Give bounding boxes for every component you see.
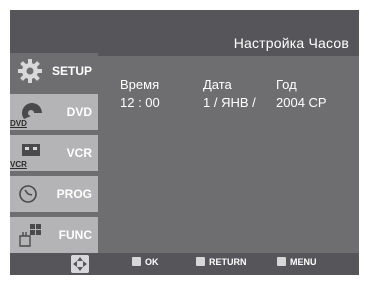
year-value[interactable]: 2004 СР xyxy=(276,95,327,110)
sidebar-item-setup[interactable]: SETUP xyxy=(10,53,98,89)
sidebar-item-label: FUNC xyxy=(58,228,92,242)
return-label: RETURN xyxy=(209,257,247,267)
ok-hint: OK xyxy=(132,257,159,267)
sidebar-item-label: VCR xyxy=(66,146,92,160)
time-value[interactable]: 12 : 00 xyxy=(120,95,160,110)
sidebar-item-label: SETUP xyxy=(51,64,92,78)
time-label: Время xyxy=(120,77,160,92)
menu-hint: MENU xyxy=(277,257,317,267)
clock-icon xyxy=(19,185,37,203)
date-label: Дата xyxy=(203,77,232,92)
gear-icon xyxy=(18,59,42,83)
hand-grid-icon xyxy=(19,224,41,247)
vcr-tag: VCR xyxy=(10,160,27,169)
dvd-tag: DVD xyxy=(10,119,27,128)
menu-icon xyxy=(277,257,286,266)
menu-label: MENU xyxy=(290,257,317,267)
enter-icon xyxy=(132,257,141,266)
sidebar-item-prog[interactable]: PROG xyxy=(10,176,98,212)
bottom-hint-bar: OK RETURN MENU xyxy=(10,253,359,275)
sidebar-item-label: PROG xyxy=(56,187,92,201)
dpad-icon xyxy=(71,255,89,273)
title-bar: Настройка Часов xyxy=(10,10,359,56)
sidebar-item-dvd[interactable]: DVD DVD xyxy=(10,94,98,130)
year-label: Год xyxy=(276,77,297,92)
sidebar-item-func[interactable]: FUNC xyxy=(10,217,98,253)
sidebar-item-label: DVD xyxy=(66,105,92,119)
date-value[interactable]: 1 / ЯНВ / xyxy=(203,95,256,110)
sidebar-item-vcr[interactable]: VCR VCR xyxy=(10,135,98,171)
page-title: Настройка Часов xyxy=(233,35,349,51)
return-hint: RETURN xyxy=(196,257,247,267)
ok-label: OK xyxy=(145,257,159,267)
return-icon xyxy=(196,257,205,266)
